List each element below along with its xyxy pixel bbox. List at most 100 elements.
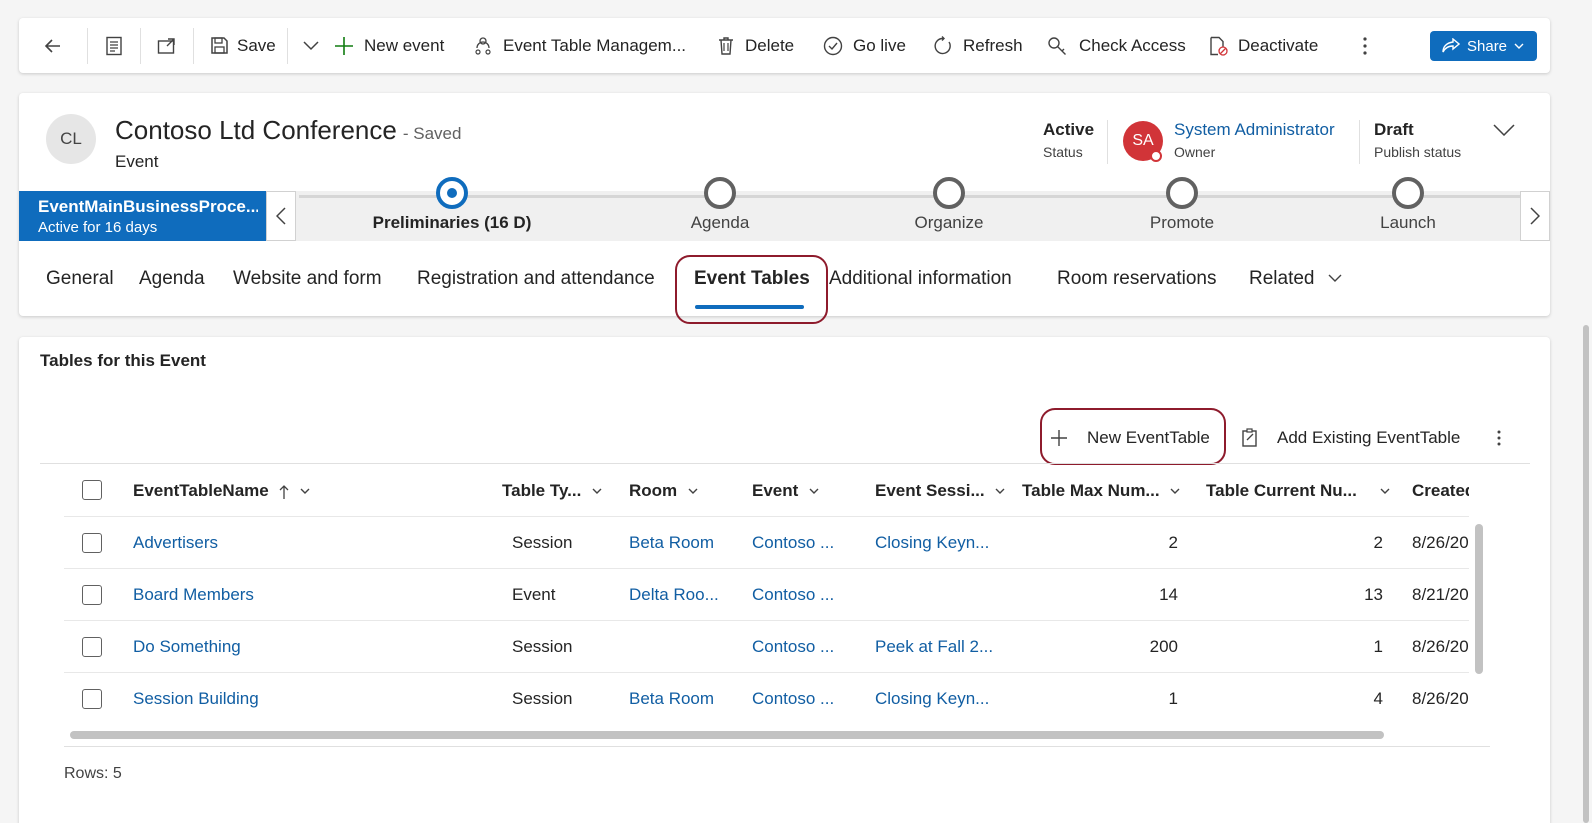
column-header-eventtablename[interactable]: EventTableName — [133, 465, 310, 517]
command-bar: Save New event Event Table Managem... De… — [19, 18, 1550, 73]
chevron-down-icon — [303, 40, 319, 50]
column-header-table-max-number[interactable]: Table Max Num... — [1022, 465, 1180, 517]
table-current-number-cell: 4 — [1373, 689, 1383, 708]
presence-icon — [1150, 150, 1162, 162]
tab-website-and-form[interactable]: Website and form — [233, 268, 382, 290]
table-max-number-cell: 2 — [1168, 533, 1178, 552]
table-row[interactable]: Session Building Session Beta Room Conto… — [64, 673, 1469, 725]
page-vertical-scrollbar[interactable] — [1583, 325, 1589, 823]
table-current-number-cell: 1 — [1373, 637, 1383, 656]
column-header-label: Event Sessi... — [875, 481, 985, 500]
document-deactivate-icon — [1210, 36, 1228, 56]
room-link[interactable]: Beta Room — [629, 517, 714, 569]
trash-icon — [719, 36, 733, 55]
event-session-link[interactable]: Closing Keyn... — [875, 673, 989, 725]
open-new-window-button[interactable] — [141, 18, 193, 73]
owner-link[interactable]: System Administrator — [1174, 120, 1335, 140]
new-eventtable-label: New EventTable — [1087, 428, 1210, 447]
row-checkbox[interactable] — [82, 689, 102, 709]
event-link[interactable]: Contoso ... — [752, 621, 834, 673]
eventtable-name-link[interactable]: Session Building — [133, 673, 259, 725]
plus-icon — [1051, 430, 1067, 446]
save-options-button[interactable] — [288, 18, 334, 73]
stage-promote[interactable]: Promote — [1082, 177, 1282, 241]
row-checkbox[interactable] — [82, 533, 102, 553]
check-access-button[interactable]: Check Access — [1047, 18, 1208, 73]
subgrid-more-button[interactable] — [1496, 425, 1502, 451]
table-row[interactable]: Do Something Session Contoso ... Peek at… — [64, 621, 1469, 673]
event-session-link[interactable]: Closing Keyn... — [875, 517, 989, 569]
back-button[interactable] — [19, 18, 87, 73]
room-link[interactable]: Beta Room — [629, 673, 714, 725]
chevron-left-icon — [276, 207, 286, 225]
save-label: Save — [237, 35, 276, 55]
column-header-table-current-number[interactable]: Table Current Nu... — [1206, 465, 1390, 517]
table-max-number-cell: 1 — [1168, 689, 1178, 708]
event-table-management-button[interactable]: Event Table Managem... — [473, 18, 717, 73]
add-existing-eventtable-button[interactable]: Add Existing EventTable — [1241, 425, 1460, 451]
room-link[interactable]: Delta Roo... — [629, 569, 719, 621]
stage-launch[interactable]: Launch — [1308, 177, 1508, 241]
record-header: CL Contoso Ltd Conference - Saved Event A… — [19, 93, 1550, 324]
grid-horizontal-scrollbar[interactable] — [70, 731, 1384, 739]
column-header-label: Table Max Num... — [1022, 481, 1160, 500]
event-link[interactable]: Contoso ... — [752, 569, 834, 621]
tab-related[interactable]: Related — [1249, 268, 1342, 290]
column-header-room[interactable]: Room — [629, 465, 698, 517]
delete-button[interactable]: Delete — [717, 18, 823, 73]
stage-agenda[interactable]: Agenda — [620, 177, 820, 241]
refresh-button[interactable]: Refresh — [933, 18, 1047, 73]
event-link[interactable]: Contoso ... — [752, 673, 834, 725]
table-max-number-cell: 200 — [1149, 637, 1178, 656]
deactivate-button[interactable]: Deactivate — [1208, 18, 1345, 73]
column-header-event-session[interactable]: Event Sessi... — [875, 465, 1005, 517]
tab-general[interactable]: General — [46, 268, 114, 290]
stage-preliminaries[interactable]: Preliminaries (16 D) — [352, 177, 552, 241]
refresh-icon — [934, 35, 951, 54]
more-commands-button[interactable] — [1345, 18, 1385, 73]
chevron-down-icon — [809, 488, 819, 495]
stage-circle-icon — [1166, 177, 1198, 209]
share-icon — [1442, 38, 1460, 53]
divider — [40, 463, 1530, 464]
expand-header-button[interactable] — [1493, 123, 1515, 141]
active-process[interactable]: EventMainBusinessProce... Active for 16 … — [19, 191, 266, 241]
publish-status-value: Draft — [1374, 120, 1414, 139]
event-session-link[interactable]: Peek at Fall 2... — [875, 621, 993, 673]
new-eventtable-button[interactable]: New EventTable — [1049, 425, 1210, 451]
select-all-checkbox[interactable] — [82, 480, 102, 500]
process-next-button[interactable] — [1520, 191, 1550, 241]
deactivate-label: Deactivate — [1238, 35, 1319, 55]
save-button[interactable]: Save — [194, 18, 287, 73]
tab-room-reservations[interactable]: Room reservations — [1057, 268, 1216, 290]
tab-additional-information[interactable]: Additional information — [829, 268, 1012, 290]
row-checkbox[interactable] — [82, 585, 102, 605]
table-row[interactable]: Advertisers Session Beta Room Contoso ..… — [64, 517, 1469, 569]
column-header-created-on[interactable]: Created O — [1412, 465, 1469, 517]
column-header-event[interactable]: Event — [752, 465, 819, 517]
form-selector-button[interactable] — [88, 18, 140, 73]
process-prev-button[interactable] — [266, 191, 296, 241]
share-button[interactable]: Share — [1430, 31, 1537, 61]
table-current-number-cell: 2 — [1373, 533, 1383, 552]
table-row[interactable]: Board Members Event Delta Roo... Contoso… — [64, 569, 1469, 621]
column-header-label: Table Ty... — [502, 481, 582, 500]
event-link[interactable]: Contoso ... — [752, 517, 834, 569]
new-event-button[interactable]: New event — [334, 18, 473, 73]
row-checkbox[interactable] — [82, 637, 102, 657]
eventtable-grid: EventTableName Table Ty... Room Event Ev… — [64, 465, 1469, 735]
eventtable-name-link[interactable]: Advertisers — [133, 517, 218, 569]
column-header-table-type[interactable]: Table Ty... — [502, 465, 602, 517]
grid-vertical-scrollbar[interactable] — [1475, 524, 1483, 674]
stage-organize[interactable]: Organize — [849, 177, 1049, 241]
eventtable-name-link[interactable]: Do Something — [133, 621, 241, 673]
event-table-management-label: Event Table Managem... — [503, 35, 687, 55]
go-live-button[interactable]: Go live — [823, 18, 933, 73]
tab-agenda[interactable]: Agenda — [139, 268, 205, 290]
tab-registration-and-attendance[interactable]: Registration and attendance — [417, 268, 655, 290]
stage-label: Launch — [1380, 213, 1436, 232]
stage-label: Organize — [914, 213, 984, 232]
chevron-down-icon — [1514, 43, 1524, 49]
more-vertical-icon — [1497, 430, 1501, 446]
eventtable-name-link[interactable]: Board Members — [133, 569, 254, 621]
